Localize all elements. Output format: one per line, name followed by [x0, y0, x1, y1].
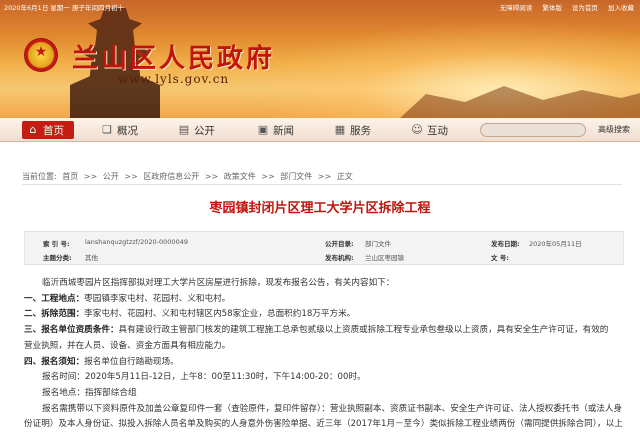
breadcrumb-item-current: 正文	[336, 172, 353, 181]
breadcrumb-item-gov-info[interactable]: 区政府信息公开	[143, 172, 199, 181]
briefcase-icon: ▦	[334, 123, 346, 136]
top-bar: 2020年6月1日 星期一 庚子年闰四月初十 无障碍阅读 繁体版 设为首页 加入…	[0, 0, 640, 12]
nav-item-news[interactable]: ▣ 新闻	[256, 121, 294, 139]
meta-catalog-label: 公开目录:	[325, 240, 354, 248]
meta-date-label: 发布日期:	[491, 240, 520, 248]
paragraph-heading: 四、报名须知：	[24, 356, 85, 367]
paragraph-7: 报名需携带以下资料原件及加盖公章复印件一套（查验原件，复印件留存）：营业执照副本…	[42, 403, 623, 414]
add-favorite-link[interactable]: 加入收藏	[608, 4, 634, 12]
paragraph-8: 份证明）及本人身份证、拟投入拆除人员名单及购买的人身意外伤害险单据、近三年（20…	[24, 419, 623, 430]
paragraph-heading: 二、拆除范围：	[24, 309, 85, 320]
nav-item-interact[interactable]: ☺ 互动	[410, 121, 448, 139]
home-icon: ⌂	[29, 123, 37, 136]
breadcrumb: 当前位置: 首页 >> 公开 >> 区政府信息公开 >> 政策文件 >> 部门文…	[22, 171, 622, 182]
site-title[interactable]: 兰山区人民政府	[72, 38, 275, 75]
search-box	[480, 123, 586, 137]
main-nav: ⌂ 首页 ❏ 概况 ▤ 公开 ▣ 新闻 ▦ 服务 ☺ 互动 高级搜索	[0, 118, 640, 142]
breadcrumb-separator: >>	[261, 172, 275, 181]
paragraph-4: 四、报名须知：报名单位自行踏勘现场。	[24, 355, 636, 371]
current-date: 2020年6月1日 星期一 庚子年闰四月初十	[4, 4, 124, 12]
breadcrumb-prefix: 当前位置:	[22, 172, 57, 181]
breadcrumb-divider	[22, 184, 622, 185]
meta-org-value: 兰山区枣园镇	[365, 254, 404, 262]
paragraph-1: 一、工程地点：枣园镇李家屯村、花园村、义和屯村。	[24, 292, 636, 308]
book-icon: ❏	[102, 123, 112, 136]
set-homepage-link[interactable]: 设为首页	[572, 4, 598, 12]
paragraph-text: 枣园镇李家屯村、花园村、义和屯村。	[84, 293, 231, 304]
nav-item-home[interactable]: ⌂ 首页	[22, 121, 74, 139]
breadcrumb-item-public[interactable]: 公开	[103, 172, 119, 181]
paragraph-heading: 一、工程地点：	[24, 293, 85, 304]
article-title: 枣园镇封闭片区理工大学片区拆除工程	[209, 201, 431, 216]
paragraph-intro: 临沂西城枣园片区指挥部拟对理工大学片区房屋进行拆除，现发布报名公告，有关内容如下…	[42, 278, 395, 288]
nav-item-overview[interactable]: ❏ 概况	[100, 121, 138, 139]
breadcrumb-separator: >>	[83, 172, 98, 181]
paragraph-text: 李家屯村、花园村、义和屯村辖区内58家企业，总面积约18万平方米。	[84, 309, 356, 320]
nav-label: 公开	[194, 124, 215, 137]
search-input[interactable]	[481, 124, 585, 136]
site-url: www.lyls.gov.cn	[118, 72, 230, 86]
breadcrumb-item-policy[interactable]: 政策文件	[224, 172, 256, 181]
document-icon: ▤	[178, 123, 190, 136]
traditional-chinese-link[interactable]: 繁体版	[542, 4, 562, 12]
nav-item-public[interactable]: ▤ 公开	[177, 121, 215, 139]
meta-category-value: 其他	[85, 254, 98, 262]
national-emblem-icon: ★	[24, 38, 58, 72]
meta-docno-label: 文 号:	[491, 254, 509, 262]
breadcrumb-separator: >>	[204, 172, 219, 181]
paragraph-5: 报名时间：2020年5月11日-12日，上午8：00至11:30时，下午14:0…	[42, 372, 366, 383]
paragraph-6: 报名地点：指挥部综合组	[42, 387, 137, 398]
nav-label: 概况	[117, 124, 138, 137]
nav-label: 首页	[43, 124, 64, 137]
meta-date-value: 2020年05月11日	[529, 240, 582, 248]
nav-label: 新闻	[273, 124, 294, 137]
meta-catalog-value: 部门文件	[365, 240, 391, 248]
meta-org-label: 发布机构:	[325, 254, 354, 262]
nav-label: 服务	[350, 124, 371, 137]
news-icon: ▣	[257, 123, 269, 136]
article-meta-table: 索 引 号: lanshanquzgtzzf/2020-0000049 公开目录…	[24, 231, 624, 265]
breadcrumb-separator: >>	[124, 172, 138, 181]
paragraph-3-cont: 营业执照，并在人员、设备、资金方面具有相应能力。	[24, 340, 231, 351]
nav-label: 互动	[427, 124, 448, 137]
paragraph-text: 具有建设行政主管部门核发的建筑工程施工总承包贰级以上资质或拆除工程专业承包叁级以…	[118, 325, 609, 336]
meta-index-value: lanshanquzgtzzf/2020-0000049	[85, 238, 188, 246]
paragraph-3: 三、报名单位资质条件：具有建设行政主管部门核发的建筑工程施工总承包贰级以上资质或…	[24, 323, 636, 339]
breadcrumb-item-home[interactable]: 首页	[62, 172, 78, 181]
accessibility-link[interactable]: 无障碍阅读	[500, 4, 533, 12]
breadcrumb-item-dept[interactable]: 部门文件	[280, 172, 312, 181]
paragraph-2: 二、拆除范围：李家屯村、花园村、义和屯村辖区内58家企业，总面积约18万平方米。	[24, 307, 636, 323]
meta-category-label: 主题分类:	[43, 254, 72, 262]
chat-icon: ☺	[411, 123, 423, 136]
nav-item-service[interactable]: ▦ 服务	[333, 121, 371, 139]
advanced-search-link[interactable]: 高级搜索	[598, 124, 630, 135]
top-links: 无障碍阅读 繁体版 设为首页 加入收藏	[492, 2, 634, 12]
paragraph-heading: 三、报名单位资质条件：	[24, 325, 119, 336]
article-body: 临沂西城枣园片区指挥部拟对理工大学片区房屋进行拆除，现发布报名公告，有关内容如下…	[24, 276, 636, 433]
meta-index-label: 索 引 号:	[43, 240, 70, 248]
paragraph-text: 报名单位自行踏勘现场。	[84, 356, 179, 367]
breadcrumb-separator: >>	[317, 172, 332, 181]
